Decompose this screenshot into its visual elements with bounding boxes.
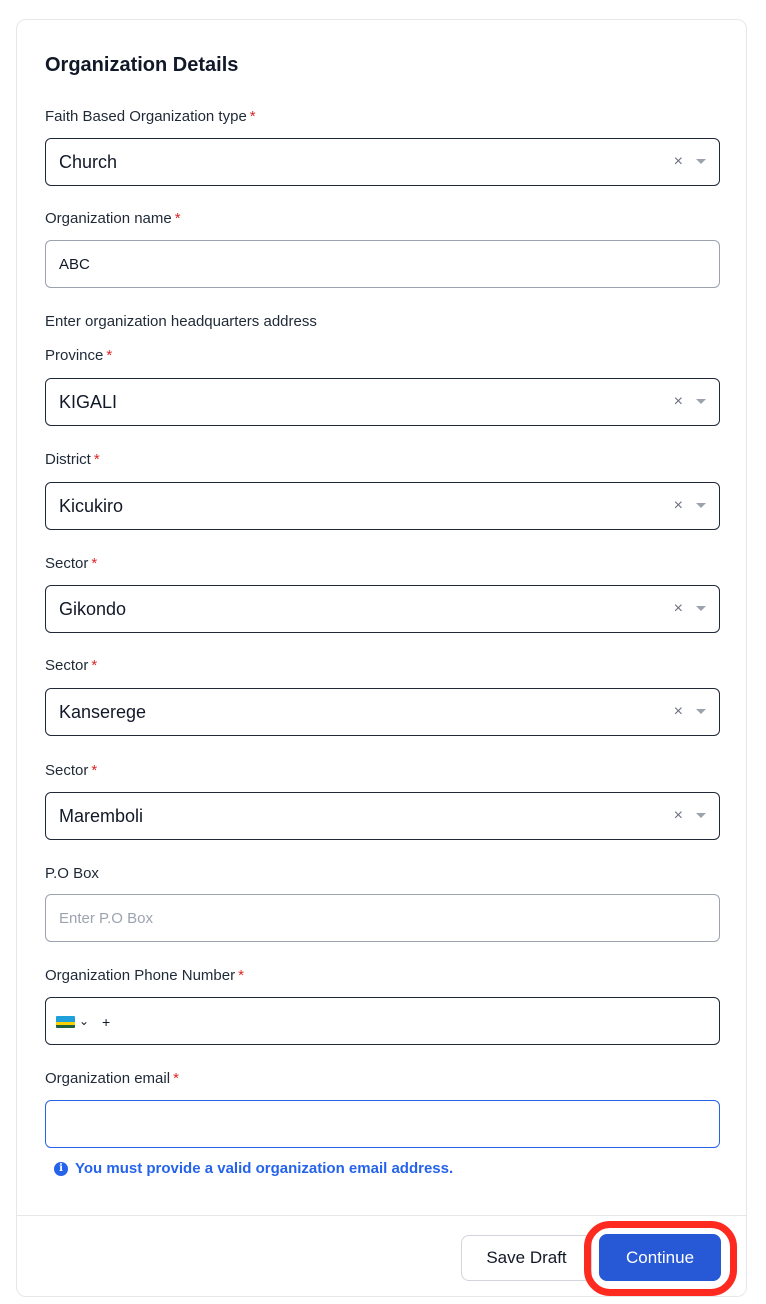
sector-label: Sector *	[45, 555, 98, 572]
org-name-label: Organization name *	[45, 210, 181, 227]
org-type-label: Faith Based Organization type *	[45, 108, 256, 125]
chevron-down-icon[interactable]: ⌄	[79, 1014, 89, 1028]
phone-input[interactable]: ⌄ +	[45, 997, 720, 1045]
po-box-input[interactable]: Enter P.O Box	[45, 894, 720, 942]
province-label: Province *	[45, 347, 113, 364]
rwanda-flag-icon[interactable]	[56, 1016, 75, 1028]
clear-icon[interactable]: ×	[674, 807, 683, 825]
email-label: Organization email *	[45, 1070, 179, 1087]
po-box-label: P.O Box	[45, 865, 99, 882]
org-name-input[interactable]: ABC	[45, 240, 720, 288]
org-name-value: ABC	[59, 256, 90, 273]
clear-icon[interactable]: ×	[674, 703, 683, 721]
district-select[interactable]: Kicukiro ×	[45, 482, 720, 530]
footer-divider	[17, 1215, 746, 1216]
required-marker: *	[91, 657, 98, 674]
continue-button[interactable]: Continue	[599, 1234, 721, 1281]
caret-down-icon[interactable]	[696, 159, 706, 164]
po-box-placeholder: Enter P.O Box	[59, 910, 153, 927]
required-marker: *	[238, 967, 244, 984]
address-heading: Enter organization headquarters address	[45, 313, 317, 330]
district-value: Kicukiro	[59, 496, 124, 516]
required-marker: *	[93, 451, 100, 468]
caret-down-icon[interactable]	[696, 709, 706, 714]
clear-icon[interactable]: ×	[674, 497, 683, 515]
district-label: District *	[45, 451, 100, 468]
info-icon: i	[54, 1161, 68, 1176]
required-marker: *	[174, 210, 181, 227]
email-helper-text: i You must provide a valid organization …	[54, 1160, 453, 1177]
clear-icon[interactable]: ×	[674, 600, 683, 618]
village-label: Sector *	[45, 762, 98, 779]
cell-label: Sector *	[45, 657, 98, 674]
phone-prefix: +	[102, 1014, 111, 1030]
village-value: Maremboli	[59, 806, 144, 826]
email-input[interactable]	[45, 1100, 720, 1148]
province-select[interactable]: KIGALI ×	[45, 378, 720, 426]
organization-details-card: Organization Details Faith Based Organiz…	[16, 19, 747, 1297]
required-marker: *	[173, 1070, 179, 1087]
required-marker: *	[91, 555, 98, 572]
required-marker: *	[106, 347, 113, 364]
section-title: Organization Details	[45, 54, 239, 76]
caret-down-icon[interactable]	[696, 503, 706, 508]
cell-value: Kanserege	[59, 702, 147, 722]
clear-icon[interactable]: ×	[674, 153, 683, 171]
required-marker: *	[91, 762, 98, 779]
caret-down-icon[interactable]	[696, 813, 706, 818]
save-draft-button[interactable]: Save Draft	[461, 1235, 592, 1281]
caret-down-icon[interactable]	[696, 399, 706, 404]
sector-value: Gikondo	[59, 599, 127, 619]
clear-icon[interactable]: ×	[674, 393, 683, 411]
sector-select[interactable]: Gikondo ×	[45, 585, 720, 633]
phone-label: Organization Phone Number *	[45, 967, 244, 984]
caret-down-icon[interactable]	[696, 606, 706, 611]
org-type-value: Church	[59, 152, 118, 172]
province-value: KIGALI	[59, 392, 118, 412]
org-type-select[interactable]: Church ×	[45, 138, 720, 186]
cell-select[interactable]: Kanserege ×	[45, 688, 720, 736]
village-select[interactable]: Maremboli ×	[45, 792, 720, 840]
required-marker: *	[249, 108, 256, 125]
